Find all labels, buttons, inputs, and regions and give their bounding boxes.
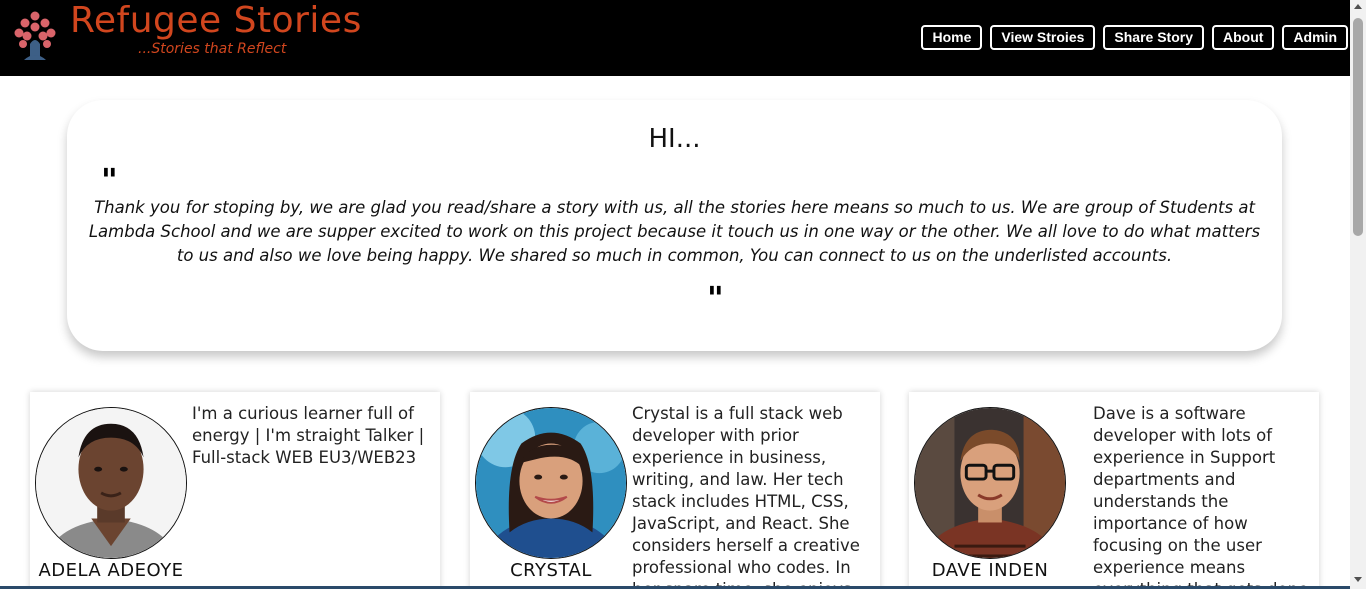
open-quote-icon: ": [101, 161, 118, 199]
main-nav: Home View Stroies Share Story About Admi…: [921, 25, 1348, 50]
member-name: DAVE INDEN: [931, 560, 1049, 581]
brand-title[interactable]: Refugee Stories: [70, 0, 362, 41]
member-name: ADELA ADEOYE: [38, 560, 184, 581]
scroll-down-arrow-icon[interactable]: [1354, 577, 1362, 582]
team-card-crystal: CRYSTAL Crystal is a full stack web deve…: [470, 392, 880, 589]
avatar: [35, 407, 187, 559]
nav-admin-button[interactable]: Admin: [1282, 25, 1348, 50]
member-bio: I'm a curious learner full of energy | I…: [192, 404, 425, 467]
greeting-card: HI... " Thank you for stoping by, we are…: [67, 100, 1282, 351]
member-bio: Crystal is a full stack web developer wi…: [632, 404, 860, 589]
nav-about-button[interactable]: About: [1212, 25, 1275, 50]
avatar: [475, 407, 627, 559]
vertical-scrollbar[interactable]: [1350, 0, 1366, 589]
nav-home-button[interactable]: Home: [921, 25, 983, 50]
avatar: [914, 407, 1066, 559]
tree-people-logo[interactable]: [12, 6, 58, 62]
scroll-up-arrow-icon[interactable]: [1354, 4, 1362, 9]
site-header: Refugee Stories ...Stories that Reflect …: [0, 0, 1350, 76]
team-card-adela: ADELA ADEOYE I'm a curious learner full …: [30, 392, 440, 589]
brand-tagline: ...Stories that Reflect: [138, 41, 287, 57]
greeting-title: HI...: [648, 124, 701, 154]
member-bio: Dave is a software developer with lots o…: [1093, 404, 1308, 589]
team-card-dave: DAVE INDEN Dave is a software developer …: [909, 392, 1319, 589]
member-name: CRYSTAL: [510, 560, 592, 581]
nav-view-stories-button[interactable]: View Stroies: [990, 25, 1096, 50]
nav-share-story-button[interactable]: Share Story: [1103, 25, 1204, 50]
greeting-message: Thank you for stoping by, we are glad yo…: [88, 198, 1261, 265]
close-quote-icon: ": [707, 279, 724, 317]
scroll-thumb[interactable]: [1353, 18, 1363, 236]
